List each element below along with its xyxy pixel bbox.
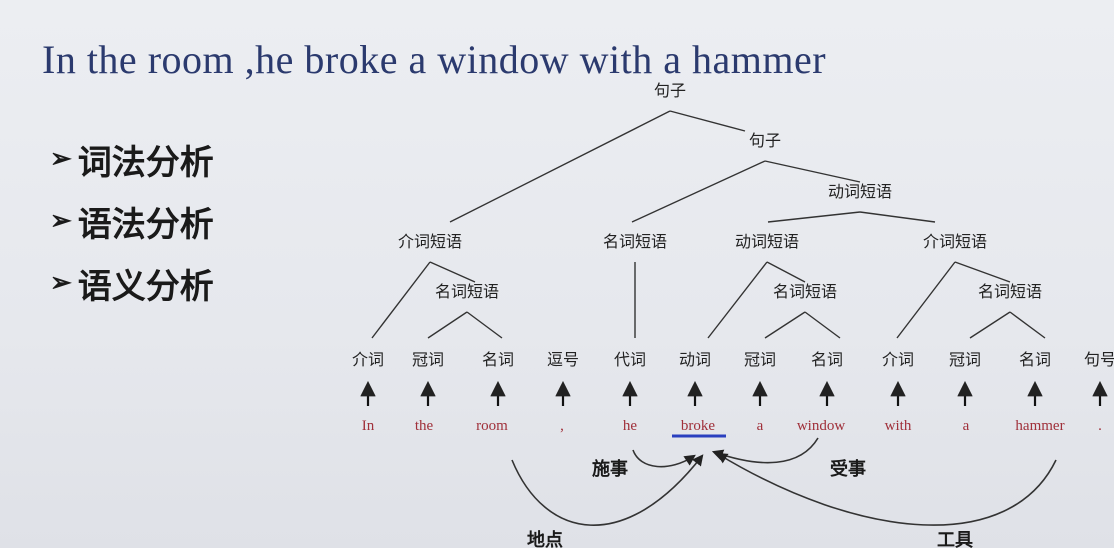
tree-node-pp2: 介词短语 [923,232,987,251]
tree-node-np1: 名词短语 [603,232,667,251]
semantic-role-label: 工具 [937,530,973,548]
tree-node-np4: 名词短语 [978,282,1042,301]
tree-edge [767,211,861,223]
tree-edge [969,311,1011,339]
tree-edge [859,211,936,223]
sentence-token: . [1098,418,1102,434]
tree-node-s1: 句子 [654,81,686,100]
tree-edge [466,311,503,339]
pos-tag: 冠词 [412,350,444,369]
sentence-token: he [623,418,638,434]
patient-arc [711,437,819,464]
sentence-token: broke [681,418,715,434]
tree-node-np2: 名词短语 [435,282,499,301]
tree-node-np3: 名词短语 [773,282,837,301]
tree-node-vp2: 动词短语 [735,232,799,251]
pos-tag: 动词 [679,350,711,369]
semantic-role-label: 施事 [592,458,628,480]
tree-edge [449,110,671,223]
instrument-arc [716,452,1057,526]
parse-tree-diagram: 句子句子动词短语介词短语 名词短语 动词短语 介词短语名词短语 名词短语 名词短语 介词冠… [352,81,1114,548]
tree-edge [371,261,431,339]
tree-edge [764,311,806,339]
pos-tag: 介词 [352,350,384,369]
pos-tag: 逗号 [547,350,579,369]
tree-node-s2: 句子 [749,131,781,150]
semantic-role-label: 受事 [830,458,866,480]
tree-edge [764,160,861,183]
tree-edge [1009,311,1046,339]
pos-tag: 名词 [1019,350,1051,369]
pos-tag: 名词 [482,350,514,369]
tree-edge [804,311,841,339]
sentence-token: room [476,418,508,434]
pos-tag: 介词 [882,350,914,369]
pos-tag: 冠词 [744,350,776,369]
semantic-role-arcs [511,434,1057,526]
sentence-token: with [885,418,912,434]
sentence-token: hammer [1015,418,1064,434]
tree-edge [427,311,468,339]
tree-node-vp1: 动词短语 [828,182,892,201]
tree-node-pp1: 介词短语 [398,232,462,251]
tree-edge [707,261,768,339]
sentence-token: the [415,418,434,434]
sentence-token: a [757,418,764,434]
sentence-token: a [963,418,970,434]
pos-tag: 名词 [811,350,843,369]
pos-tag: 冠词 [949,350,981,369]
tree-edge [896,261,956,339]
sentence-token: In [362,418,375,434]
tree-edge [766,261,806,283]
tree-edge [631,160,766,223]
tree-edge [429,261,476,283]
tree-edge [669,110,746,132]
pos-tag: 代词 [614,350,646,369]
tree-edge [954,261,1011,283]
agent-arc [632,449,696,468]
slide: In the room , he broke a window with a ha… [0,0,1114,548]
sentence-token: , [560,418,564,434]
sentence-token: window [797,418,846,434]
semantic-role-label: 地点 [527,529,563,548]
pos-tag: 句号 [1084,350,1114,369]
